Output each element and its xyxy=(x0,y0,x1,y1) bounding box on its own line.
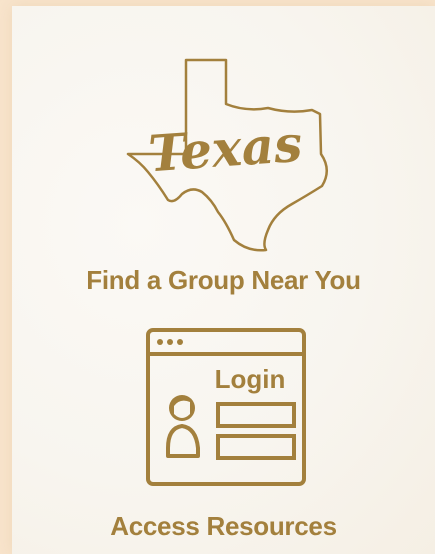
texas-map-icon: Texas xyxy=(126,58,328,252)
login-icon-text: Login xyxy=(215,364,286,394)
find-group-link[interactable]: Texas Find a Group Near You xyxy=(12,46,435,306)
find-group-label: Find a Group Near You xyxy=(86,265,361,295)
content-card: Texas Find a Group Near You Login Access… xyxy=(12,6,435,554)
access-resources-link[interactable]: Login Access Resources xyxy=(12,322,435,548)
login-window-icon: Login xyxy=(146,328,306,486)
access-resources-label: Access Resources xyxy=(110,511,337,541)
texas-script-text: Texas xyxy=(147,114,304,184)
